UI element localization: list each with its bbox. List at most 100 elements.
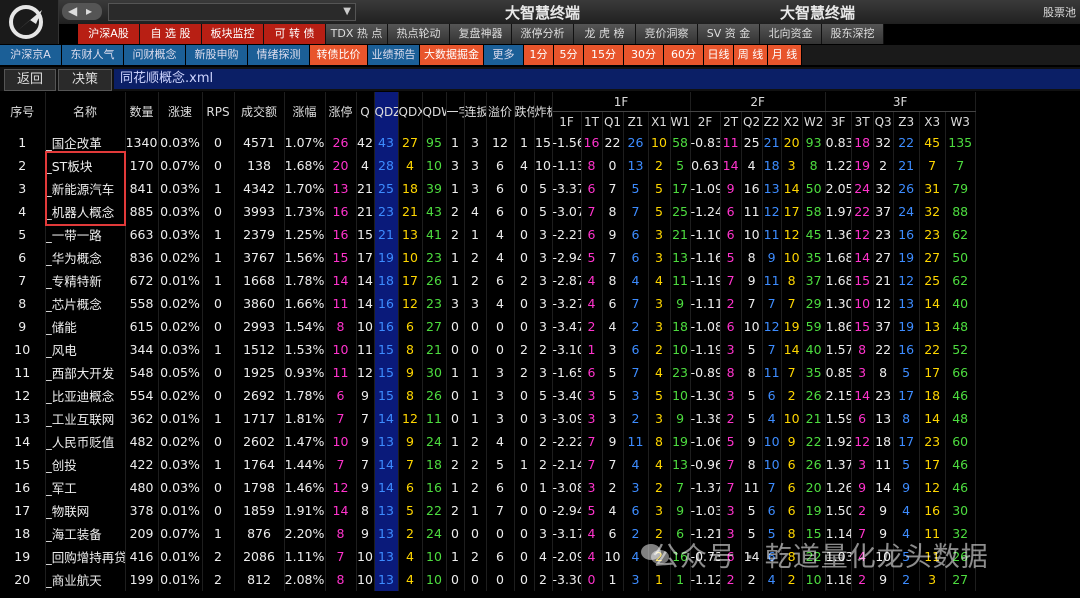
table-row[interactable]: 10 _风电 344 0.03% 1 1512 1.53% 10 11 15 8 21 0 0 0 2 2 -3.… [0, 338, 976, 361]
column-header[interactable]: 涨幅 [284, 92, 326, 131]
back-button[interactable]: 返回 [4, 69, 56, 91]
table-cell: 1.56% [284, 246, 326, 269]
column-header[interactable]: W3 [945, 111, 976, 131]
column-header[interactable]: 跌停 [514, 92, 535, 131]
column-header[interactable]: 涨停 [325, 92, 357, 131]
table-row[interactable]: 6 _华为概念 836 0.02% 1 3767 1.56% 15 17 19 10 23 1 2 4 0 3-… [0, 246, 976, 269]
table-cell: 663 [125, 223, 159, 246]
decision-button[interactable]: 决策 [58, 69, 112, 91]
column-header[interactable]: 数量 [125, 92, 159, 131]
column-header[interactable]: 3F [825, 111, 852, 131]
sub-menu-item[interactable]: 日线 [704, 45, 734, 65]
column-header[interactable]: 溢价 [486, 92, 515, 131]
column-header[interactable]: Z2 [762, 111, 782, 131]
table-cell: 3 [534, 292, 553, 315]
table-cell: 7 [398, 453, 423, 476]
search-input[interactable]: ▼ [108, 3, 356, 21]
column-header[interactable]: 成交额 [234, 92, 285, 131]
sub-menu-item[interactable]: 问财概念 [124, 45, 186, 65]
table-row[interactable]: 15_创投4220.03%117641.44%771471822512-2.14… [0, 453, 976, 476]
column-header[interactable]: 连扳 [464, 92, 487, 131]
column-header[interactable]: 名称 [45, 92, 126, 131]
sub-menu-item[interactable]: 15分 [584, 45, 624, 65]
sub-menu-item[interactable]: 更多 [484, 45, 524, 65]
sub-menu-item[interactable]: 1分 [524, 45, 554, 65]
main-menu-item[interactable]: 沪深A股 [78, 24, 140, 44]
main-menu-item[interactable]: 竞价洞察 [636, 24, 698, 44]
table-cell: 1 [202, 338, 235, 361]
table-cell: 7 [623, 361, 649, 384]
main-menu-item[interactable]: SV 资 金 [698, 24, 760, 44]
column-header[interactable]: 涨速 [158, 92, 203, 131]
table-cell: 20 [781, 131, 803, 154]
dropdown-icon[interactable]: ▼ [343, 4, 351, 20]
column-header[interactable]: Q3 [873, 111, 894, 131]
main-menu-item[interactable]: 涨停分析 [512, 24, 574, 44]
table-row[interactable]: 3 _新能源汽车 841 0.03% 1 4342 1.70% 13 21 25 18 39 1 3 6 0 5… [0, 177, 976, 200]
column-header[interactable]: Q1 [602, 111, 624, 131]
stock-pool-link[interactable]: 股票池 [1043, 4, 1076, 20]
column-header[interactable]: 炸板 [534, 92, 553, 131]
column-header[interactable]: X2 [781, 111, 803, 131]
back-arrow-icon[interactable]: ◀ [68, 3, 77, 20]
table-cell: 8 [398, 338, 423, 361]
sub-menu-item[interactable]: 业绩预告 [368, 45, 420, 65]
column-header[interactable]: QDX [398, 92, 423, 131]
column-header[interactable]: Z3 [893, 111, 920, 131]
table-row[interactable]: 13 _工业互联网 362 0.01% 1 1717 1.81% 7 7 14 12 11 0 1 3 0 3-… [0, 407, 976, 430]
main-menu-item[interactable]: 复盘神器 [450, 24, 512, 44]
table-row[interactable]: 1 _国企改革 1340 0.03% 0 4571 1.07% 26 42 43 27 95 1 3 12 1… [0, 131, 976, 154]
column-header[interactable]: Q2 [741, 111, 763, 131]
main-menu-item[interactable]: 龙 虎 榜 [574, 24, 636, 44]
sub-menu-item[interactable]: 大数据掘金 [420, 45, 484, 65]
column-header[interactable]: Z1 [623, 111, 649, 131]
main-menu-item[interactable]: 股东深挖 [822, 24, 884, 44]
sub-menu-item[interactable]: 周 线 [734, 45, 768, 65]
column-header[interactable]: W1 [670, 111, 691, 131]
table-row[interactable]: 16 _军工 480 0.03% 0 1798 1.46% 12 9 14 6 16 1 2 6 0 1 -3.0… [0, 476, 976, 499]
table-cell: 1.57 [825, 338, 852, 361]
column-header[interactable]: 一字 [446, 92, 465, 131]
column-header[interactable]: 2F [690, 111, 721, 131]
main-menu-item[interactable]: 北向资金 [760, 24, 822, 44]
table-row[interactable]: 8 _芯片概念 558 0.02% 0 3860 1.66% 11 14 16 12 23 3 3 4 0 3-… [0, 292, 976, 315]
forward-arrow-icon[interactable]: ▸ [86, 3, 92, 20]
table-row[interactable]: 9_储能6150.02%029931.54%8101662700003-3.47… [0, 315, 976, 338]
column-header[interactable]: 2T [720, 111, 742, 131]
sub-menu-item[interactable]: 月 线 [768, 45, 802, 65]
sub-menu-item[interactable]: 沪深京A [0, 45, 62, 65]
main-menu-item[interactable]: 板块监控 [202, 24, 264, 44]
column-header[interactable]: X1 [648, 111, 671, 131]
column-header[interactable]: W2 [802, 111, 826, 131]
sub-menu-item[interactable]: 转债比价 [310, 45, 368, 65]
column-header[interactable]: QDZ [374, 92, 399, 131]
table-row[interactable]: 11 _西部大开发 548 0.05% 0 1925 0.93% 11 12 15 9 30 1 1 3 2 3… [0, 361, 976, 384]
main-menu-item[interactable]: 可 转 债 [264, 24, 326, 44]
sub-menu-item[interactable]: 东财人气 [62, 45, 124, 65]
table-row[interactable]: 4 _机器人概念 885 0.03% 0 3993 1.73% 16 21 23 21 43 2 4 6 0 5… [0, 200, 976, 223]
table-row[interactable]: 12 _比亚迪概念 554 0.02% 0 2692 1.78% 6 9 15 8 26 0 1 3 0 5 -3… [0, 384, 976, 407]
column-header[interactable]: Q [356, 92, 375, 131]
main-menu-item[interactable]: TDX 热 点 [326, 24, 388, 44]
sub-menu-item[interactable]: 30分 [624, 45, 664, 65]
table-row[interactable]: 2 _ST板块 170 0.07% 0 138 1.68% 20 4 28 4 10 3 3 6 4 10 -1.… [0, 154, 976, 177]
column-header[interactable]: 3T [851, 111, 874, 131]
column-header[interactable]: QDW [422, 92, 447, 131]
column-header[interactable]: 1F [552, 111, 582, 131]
nav-arrows[interactable]: ◀ ▸ [62, 3, 102, 20]
table-cell: 14 [873, 476, 894, 499]
sub-menu-item[interactable]: 新股申购 [186, 45, 248, 65]
column-header[interactable]: 序号 [0, 92, 46, 131]
main-menu-item[interactable]: 自 选 股 [140, 24, 202, 44]
main-menu-item[interactable]: 热点轮动 [388, 24, 450, 44]
table-row[interactable]: 7 _专精特新 672 0.01% 1 1668 1.78% 14 14 18 17 26 1 2 6 2 3-… [0, 269, 976, 292]
sub-menu-item[interactable]: 5分 [554, 45, 584, 65]
column-header[interactable]: RPS [202, 92, 235, 131]
column-header[interactable]: 1T [581, 111, 603, 131]
sub-menu-item[interactable]: 60分 [664, 45, 704, 65]
column-header[interactable]: X3 [919, 111, 946, 131]
table-row[interactable]: 17 _物联网 378 0.01% 0 1859 1.91% 14 8 13 5 22 2 1 7 0 0 -2.… [0, 499, 976, 522]
table-row[interactable]: 5 _一带一路 663 0.03% 1 2379 1.25% 16 15 21 13 41 2 1 4 0 3-… [0, 223, 976, 246]
table-row[interactable]: 14 _人民币贬值 482 0.02% 0 2602 1.47% 10 9 13 9 24 1 2 4 0 2-… [0, 430, 976, 453]
sub-menu-item[interactable]: 情绪探测 [248, 45, 310, 65]
